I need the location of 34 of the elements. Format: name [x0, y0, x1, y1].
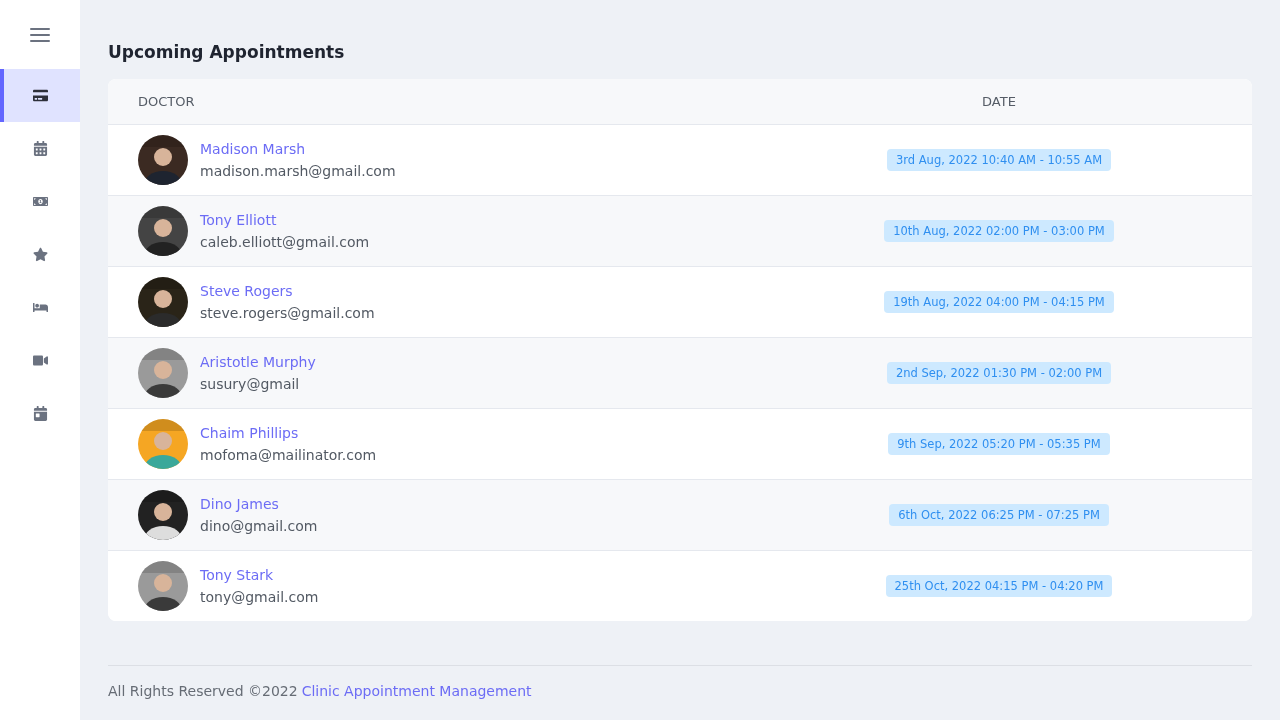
date-badge: 19th Aug, 2022 04:00 PM - 04:15 PM [884, 291, 1114, 313]
copyright-text: All Rights Reserved ©2022 [108, 683, 298, 699]
doctor-name[interactable]: Aristotle Murphy [200, 354, 316, 370]
doctor-email: steve.rogers@gmail.com [200, 305, 375, 321]
doctor-name[interactable]: Dino James [200, 496, 318, 512]
money-icon [32, 194, 48, 209]
doctor-email: dino@gmail.com [200, 518, 318, 534]
doctor-name[interactable]: Madison Marsh [200, 141, 396, 157]
bed-icon [32, 300, 48, 315]
card-icon [32, 88, 48, 103]
doctor-name[interactable]: Chaim Phillips [200, 425, 377, 441]
date-badge: 25th Oct, 2022 04:15 PM - 04:20 PM [885, 575, 1113, 597]
doctor-name[interactable]: Steve Rogers [200, 283, 375, 299]
video-icon [32, 353, 48, 368]
doctor-name[interactable]: Tony Elliott [200, 212, 370, 228]
doctor-email: caleb.elliott@gmail.com [200, 234, 370, 250]
footer-link[interactable]: Clinic Appointment Management [301, 683, 532, 699]
doctor-name[interactable]: Tony Stark [200, 567, 319, 583]
doctor-email: madison.marsh@gmail.com [200, 163, 396, 179]
page-title: Upcoming Appointments [108, 41, 346, 64]
column-header: DATE [981, 94, 1017, 109]
doctor-email: susury@gmail [200, 376, 301, 392]
doctor-email: mofoma@mailinator.com [200, 447, 377, 463]
sidebar-item[interactable] [0, 69, 80, 122]
calendar-icon [32, 141, 48, 156]
column-header: DOCTOR [137, 94, 196, 109]
date-badge: 9th Sep, 2022 05:20 PM - 05:35 PM [888, 433, 1110, 455]
date-badge: 10th Aug, 2022 02:00 PM - 03:00 PM [884, 220, 1114, 242]
date-badge: 6th Oct, 2022 06:25 PM - 07:25 PM [889, 504, 1109, 526]
date-badge: 2nd Sep, 2022 01:30 PM - 02:00 PM [886, 362, 1112, 384]
calendar-icon [32, 406, 48, 421]
star-icon [32, 247, 48, 262]
doctor-email: tony@gmail.com [200, 589, 319, 605]
date-badge: 3rd Aug, 2022 10:40 AM - 10:55 AM [886, 149, 1112, 171]
